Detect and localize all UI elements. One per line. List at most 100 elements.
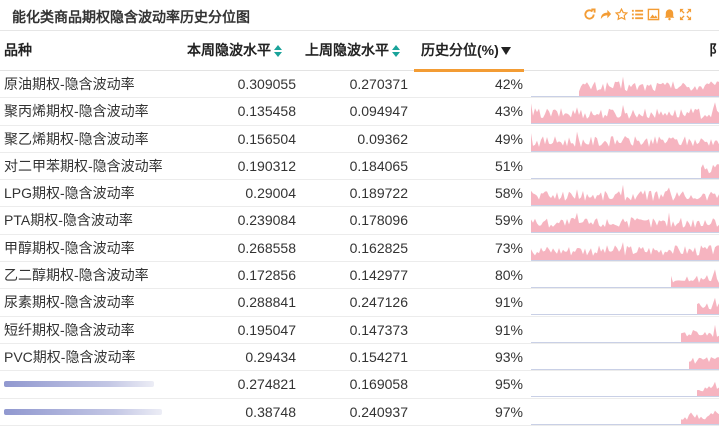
table-row[interactable]: PVC期权-隐含波动率 0.29434 0.154271 93% [0,344,719,372]
history-sparkline [531,324,719,343]
sparkline-area [531,184,719,206]
redacted-name [4,408,162,415]
variety-name: 聚丙烯期权-隐含波动率 [4,103,149,120]
percentile-value: 43% [494,103,523,120]
current-iv: 0.288841 [237,294,296,311]
sparkline-area [671,269,719,288]
sparkline-area [531,212,719,233]
history-sparkline [531,381,719,398]
percentile-value: 95% [494,376,523,393]
percentile-value: 80% [494,267,523,284]
previous-iv: 0.094947 [349,103,408,120]
previous-iv: 0.154271 [349,348,408,365]
variety-name: LPG期权-隐含波动率 [4,185,135,202]
column-header-percentile[interactable]: 历史分位(%) [421,33,511,71]
sparkline-area [531,102,719,124]
history-sparkline [531,131,719,152]
current-iv: 0.309055 [237,76,296,92]
panel-title-bar: 能化类商品期权隐含波动率历史分位图 [0,0,719,31]
sparkline-area [697,298,719,315]
variety-name: 原油期权-隐含波动率 [4,76,135,92]
history-sparkline [531,269,719,289]
sort-icon[interactable] [392,45,400,58]
list-icon[interactable] [631,8,644,21]
column-header-variety: 品种 [4,42,32,58]
star-icon[interactable] [615,8,628,21]
table-row[interactable]: 短纤期权-隐含波动率 0.195047 0.147373 91% [0,317,719,344]
percentile-value: 91% [494,294,523,311]
sparkline-area [681,410,719,424]
percentile-value: 91% [494,321,523,338]
sparkline-area [697,381,719,397]
percentile-value: 51% [494,157,523,174]
table-row[interactable]: 对二甲苯期权-隐含波动率 0.190312 0.184065 51% [0,153,719,181]
table-row[interactable]: 0.38748 0.240937 97% [0,399,719,426]
percentile-value: 58% [494,185,523,202]
previous-iv: 0.169058 [349,376,408,393]
previous-iv: 0.147373 [349,321,408,338]
current-iv: 0.156504 [237,130,296,147]
table-row[interactable]: LPG期权-隐含波动率 0.29004 0.189722 58% [0,180,719,208]
table-row[interactable]: 0.274821 0.169058 95% [0,371,719,399]
history-sparkline [531,102,719,125]
percentile-value: 73% [494,239,523,256]
current-iv: 0.239084 [237,212,296,229]
variety-name: 对二甲苯期权-隐含波动率 [4,157,163,174]
previous-iv: 0.189722 [349,185,408,202]
history-sparkline [531,241,719,261]
current-iv: 0.195047 [237,321,296,338]
column-header-last-week-iv[interactable]: 上周隐波水平 [305,33,400,71]
previous-iv: 0.240937 [349,403,408,420]
current-iv: 0.274821 [237,376,296,393]
previous-iv: 0.270371 [349,76,408,92]
variety-name: 尿素期权-隐含波动率 [4,294,135,311]
previous-iv: 0.247126 [349,294,408,311]
share-icon[interactable] [599,8,612,21]
history-sparkline [531,298,719,316]
variety-name: PTA期权-隐含波动率 [4,212,133,229]
bell-icon[interactable] [663,8,676,21]
panel-title: 能化类商品期权隐含波动率历史分位图 [12,9,250,25]
sparkline-area [701,164,719,178]
current-iv: 0.135458 [237,103,296,120]
column-header-this-week-iv[interactable]: 本周隐波水平 [187,33,282,71]
percentile-value: 97% [494,403,523,420]
table-row[interactable]: 乙二醇期权-隐含波动率 0.172856 0.142977 80% [0,262,719,290]
table-row[interactable]: PTA期权-隐含波动率 0.239084 0.178096 59% [0,207,719,235]
panel-toolbar [583,8,692,21]
column-header-clipped: 阝 [709,42,719,58]
sort-icon[interactable] [274,45,282,58]
table-header: 品种 本周隐波水平 上周隐波水平 历史分位(%) 阝 [0,33,719,72]
previous-iv: 0.162825 [349,239,408,256]
percentile-value: 59% [494,212,523,229]
percentile-value: 42% [494,76,523,92]
table-row[interactable]: 原油期权-隐含波动率 0.309055 0.270371 42% [0,71,719,99]
current-iv: 0.29434 [245,348,296,365]
table-row[interactable]: 尿素期权-隐含波动率 0.288841 0.247126 91% [0,289,719,317]
previous-iv: 0.142977 [349,267,408,284]
table-row[interactable]: 聚丙烯期权-隐含波动率 0.135458 0.094947 43% [0,98,719,126]
current-iv: 0.38748 [245,403,296,420]
sparkline-area [579,76,719,96]
sort-desc-icon[interactable] [500,47,511,56]
fullscreen-icon[interactable] [679,8,692,21]
image-icon[interactable] [647,8,660,21]
previous-iv: 0.184065 [349,157,408,174]
percentile-value: 49% [494,130,523,147]
redacted-name [4,381,154,388]
current-iv: 0.268558 [237,239,296,256]
history-sparkline [531,410,719,425]
history-sparkline [531,76,719,97]
table-row[interactable]: 聚乙烯期权-隐含波动率 0.156504 0.09362 49% [0,126,719,153]
refresh-icon[interactable] [583,8,596,21]
variety-name: 聚乙烯期权-隐含波动率 [4,130,149,147]
variety-name: 乙二醇期权-隐含波动率 [4,267,149,284]
previous-iv: 0.09362 [357,130,408,147]
percentile-value: 93% [494,348,523,365]
history-sparkline [531,357,719,370]
variety-name: 甲醇期权-隐含波动率 [4,239,135,256]
sparkline-area [531,241,719,260]
history-sparkline [531,164,719,179]
previous-iv: 0.178096 [349,212,408,229]
table-row[interactable]: 甲醇期权-隐含波动率 0.268558 0.162825 73% [0,235,719,263]
